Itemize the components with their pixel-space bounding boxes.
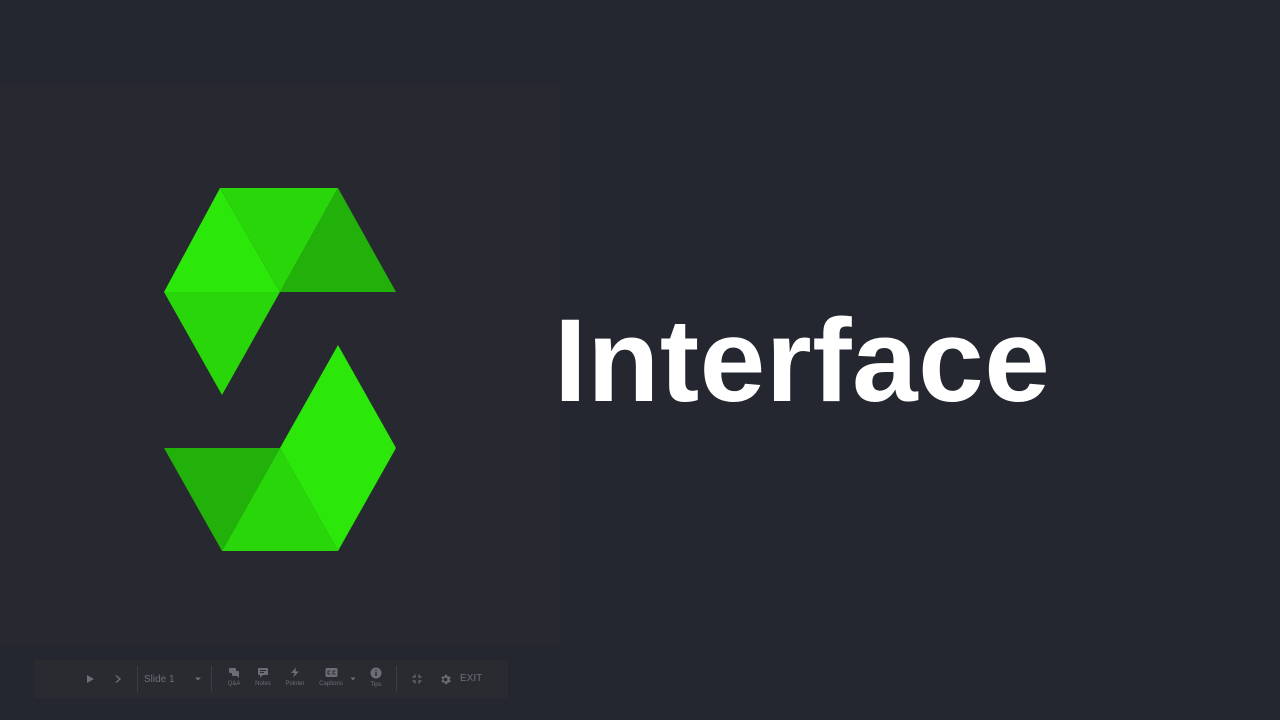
captions-button[interactable]: Captions (312, 667, 350, 695)
tips-label: Tips (370, 682, 382, 688)
captions-options-button[interactable] (348, 660, 358, 698)
caret-down-icon (350, 677, 356, 681)
next-slide-button[interactable] (110, 660, 126, 698)
qa-icon (229, 668, 239, 678)
slide-title: Interface (554, 295, 1051, 427)
settings-button[interactable] (437, 660, 453, 698)
logo-facet (280, 345, 396, 448)
pointer-icon (291, 667, 299, 678)
info-icon (370, 667, 382, 679)
presenter-toolbar: Slide 1 Q&A Notes Pointer Captions Tips … (34, 660, 508, 698)
tips-button[interactable]: Tips (358, 667, 394, 695)
exit-button[interactable]: EXIT (460, 660, 482, 698)
notes-label: Notes (255, 681, 271, 687)
exit-fullscreen-button[interactable] (410, 660, 424, 698)
pointer-button[interactable]: Pointer (277, 667, 313, 695)
gear-icon (440, 674, 451, 684)
logo-facet (164, 292, 280, 395)
slide-selector[interactable]: Slide 1 (144, 660, 202, 698)
pointer-label: Pointer (285, 681, 305, 687)
notes-icon (258, 668, 268, 678)
toolbar-divider (137, 666, 138, 692)
play-icon (87, 675, 94, 683)
chevron-right-icon (115, 674, 122, 684)
captions-label: Captions (319, 681, 343, 687)
captions-icon (325, 668, 337, 677)
toolbar-divider (396, 666, 397, 692)
toolbar-divider (211, 666, 212, 692)
qa-label: Q&A (227, 681, 241, 687)
caret-down-icon (195, 677, 201, 681)
play-button[interactable] (82, 660, 98, 698)
exit-fullscreen-icon (412, 674, 422, 684)
notes-button[interactable]: Notes (245, 667, 281, 695)
slide-selector-label: Slide 1 (144, 673, 175, 685)
